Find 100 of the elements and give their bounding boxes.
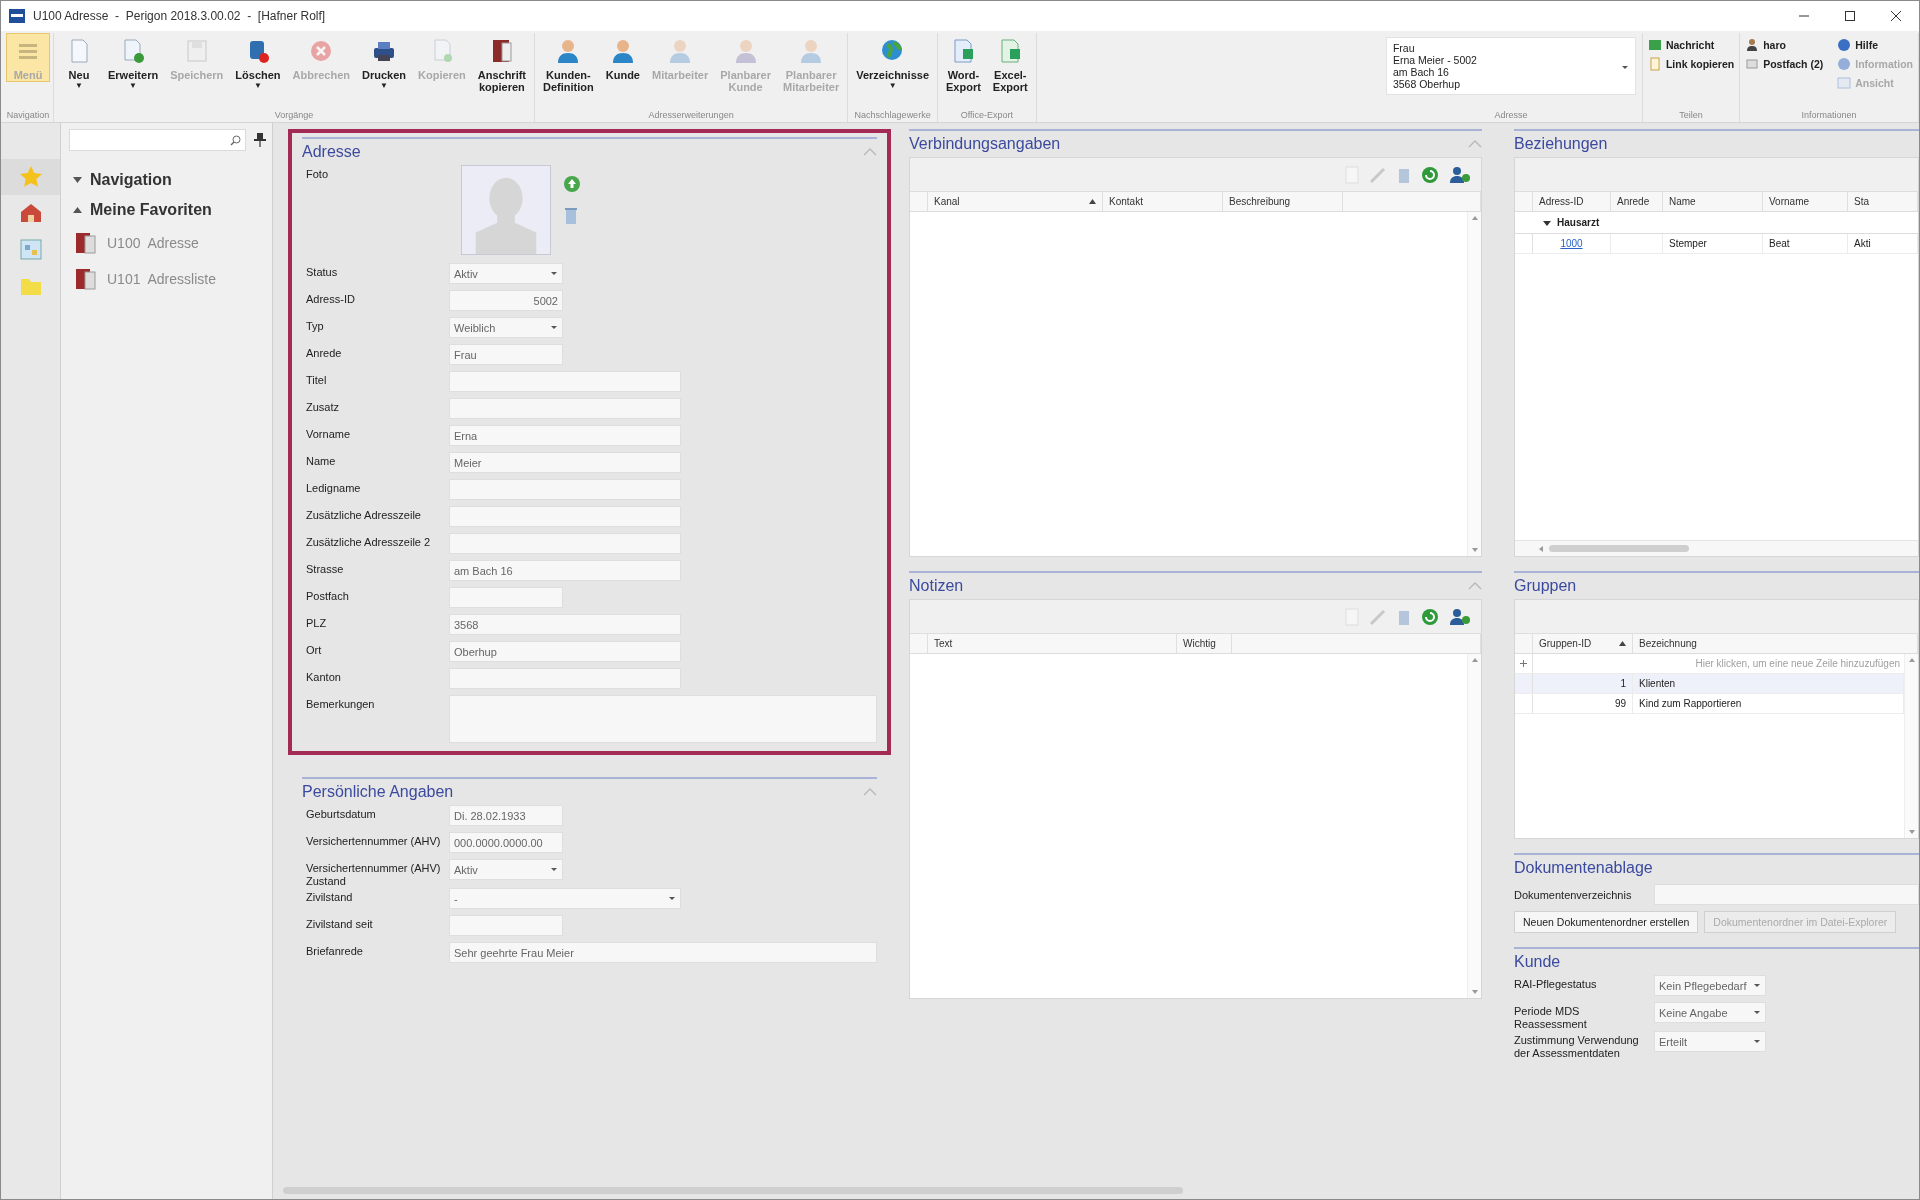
column-header[interactable]: Gruppen-ID <box>1533 634 1633 653</box>
ribbon-button[interactable]: Erweitern ▼ <box>103 33 164 92</box>
column-header[interactable]: Beschreibung <box>1223 192 1343 211</box>
input-field[interactable] <box>449 371 681 392</box>
dropdown-field[interactable]: Kein Pflegebedarf <box>1654 975 1766 996</box>
input-field[interactable] <box>449 506 681 527</box>
nav-group-header[interactable]: Meine Favoriten <box>73 195 272 225</box>
scroll-up-icon[interactable] <box>1471 658 1478 662</box>
input-field[interactable] <box>449 915 563 936</box>
column-header[interactable]: Adress-ID <box>1533 192 1611 211</box>
ribbon-group-label: Office-Export <box>959 109 1015 122</box>
window-icon <box>1837 76 1852 90</box>
input-field[interactable]: Di. 28.02.1933 <box>449 805 563 826</box>
dropdown-field[interactable]: Aktiv <box>449 263 563 284</box>
field-label: Versichertennummer (AHV) <box>306 834 442 848</box>
column-header[interactable]: Sta <box>1848 192 1918 211</box>
collapse-chevron-icon[interactable] <box>1468 582 1482 590</box>
field-label: Name <box>306 454 337 468</box>
ribbon-button[interactable]: Link kopieren <box>1645 56 1737 72</box>
scrollbar-thumb[interactable] <box>1549 545 1689 552</box>
dropdown-caret-icon <box>550 867 558 872</box>
folder-button[interactable]: Neuen Dokumentenordner erstellen <box>1514 911 1699 933</box>
ribbon-button[interactable]: Hilfe <box>1835 37 1915 53</box>
input-field[interactable] <box>449 398 681 419</box>
input-field[interactable] <box>449 668 681 689</box>
input-field[interactable]: Sehr geehrte Frau Meier <box>449 942 877 963</box>
ribbon-button[interactable]: Verzeichnisse ▼ <box>851 33 934 92</box>
field-label: Briefanrede <box>306 944 364 958</box>
scroll-left-icon[interactable] <box>1539 545 1543 552</box>
pencil-icon[interactable] <box>1369 607 1387 626</box>
input-field[interactable]: 3568 <box>449 614 681 635</box>
input-field[interactable] <box>449 479 681 500</box>
collapse-chevron-icon[interactable] <box>863 148 877 156</box>
people-icon[interactable] <box>1449 607 1471 626</box>
trash-icon[interactable] <box>563 207 579 225</box>
ribbon-button[interactable]: Excel- Export <box>987 33 1033 94</box>
input-field[interactable] <box>449 587 563 608</box>
collapse-chevron-icon[interactable] <box>1468 140 1482 148</box>
pin-icon[interactable] <box>254 133 266 147</box>
grid-row[interactable]: 1 Klienten <box>1515 674 1904 694</box>
field-label: Zustimmung Verwendung der Assessmentdaten <box>1514 1033 1640 1060</box>
column-header[interactable]: Kontakt <box>1103 192 1223 211</box>
people-icon[interactable] <box>1449 165 1471 184</box>
ribbon-button[interactable]: Anschrift kopieren <box>472 33 532 94</box>
ribbon-button[interactable]: Löschen ▼ <box>230 33 286 92</box>
search-field[interactable] <box>69 129 246 151</box>
collapse-chevron-icon[interactable] <box>863 788 877 796</box>
input-field[interactable]: 000.0000.0000.00 <box>449 832 563 853</box>
ribbon-group-label: Navigation <box>6 109 50 122</box>
id-link[interactable]: 1000 <box>1560 238 1583 249</box>
field-label: Bemerkungen <box>306 697 376 711</box>
expanded-caret-icon[interactable] <box>1543 218 1551 227</box>
dropdown-field[interactable]: Erteilt <box>1654 1031 1766 1052</box>
input-field[interactable]: am Bach 16 <box>449 560 681 581</box>
input-field[interactable] <box>449 533 681 554</box>
book-icon <box>73 230 99 256</box>
section-title: Notizen <box>909 577 964 595</box>
dropdown-field[interactable]: Keine Angabe <box>1654 1002 1766 1023</box>
dropdown-caret-icon <box>550 271 558 276</box>
ribbon-button[interactable]: Kunden- Definition <box>538 33 599 94</box>
refresh-icon[interactable] <box>1421 607 1439 626</box>
grid-row[interactable]: 99 Kind zum Rapportieren <box>1515 694 1904 714</box>
pencil-icon[interactable] <box>1369 165 1387 184</box>
scroll-up-icon[interactable] <box>1471 216 1478 220</box>
upload-icon[interactable] <box>563 175 581 193</box>
address-dropdown[interactable]: Frau Erna Meier - 5002 am Bach 16 3568 Oberhup <box>1385 37 1636 95</box>
grid-row[interactable]: 1000 Stemper Beat Akti <box>1515 234 1918 254</box>
scroll-down-icon[interactable] <box>1908 830 1915 834</box>
ribbon-button[interactable]: haro <box>1743 37 1826 53</box>
nav-group-header[interactable]: Navigation <box>73 165 272 195</box>
column-header[interactable]: Text <box>928 634 1177 653</box>
input-field[interactable]: Meier <box>449 452 681 473</box>
section-title: Adresse <box>302 143 361 161</box>
ribbon-button[interactable]: Word- Export <box>941 33 986 94</box>
ribbon-button[interactable]: Neu ▼ <box>57 33 101 92</box>
ribbon-button[interactable]: Nachricht <box>1645 37 1737 53</box>
column-header[interactable]: Wichtig <box>1177 634 1232 653</box>
scroll-down-icon[interactable] <box>1471 990 1478 994</box>
ribbon-button[interactable]: Drucken ▼ <box>357 33 412 92</box>
input-field[interactable]: Erna <box>449 425 681 446</box>
ribbon-button[interactable]: Postfach (2) <box>1743 56 1826 72</box>
input-field[interactable]: Frau <box>449 344 563 365</box>
field-label: Geburtsdatum <box>306 807 377 821</box>
grid-cell: Stemper <box>1663 234 1763 253</box>
column-header[interactable]: Vorname <box>1763 192 1848 211</box>
memo-field[interactable] <box>449 695 877 743</box>
column-header[interactable]: Kanal <box>928 192 1103 211</box>
input-field[interactable]: 5002 <box>449 290 563 311</box>
column-header[interactable]: Anrede <box>1611 192 1663 211</box>
column-header[interactable]: Bezeichnung <box>1633 634 1918 653</box>
refresh-icon[interactable] <box>1421 165 1439 184</box>
dropdown-field[interactable]: - <box>449 888 681 909</box>
ribbon-button[interactable]: Kunde <box>600 33 645 82</box>
scroll-down-icon[interactable] <box>1471 548 1478 552</box>
dropdown-field[interactable]: Weiblich <box>449 317 563 338</box>
input-field[interactable]: Oberhup <box>449 641 681 662</box>
dropdown-field[interactable]: Aktiv <box>449 859 563 880</box>
column-header[interactable]: Name <box>1663 192 1763 211</box>
scroll-up-icon[interactable] <box>1908 658 1915 662</box>
input-field[interactable] <box>1654 883 1919 905</box>
